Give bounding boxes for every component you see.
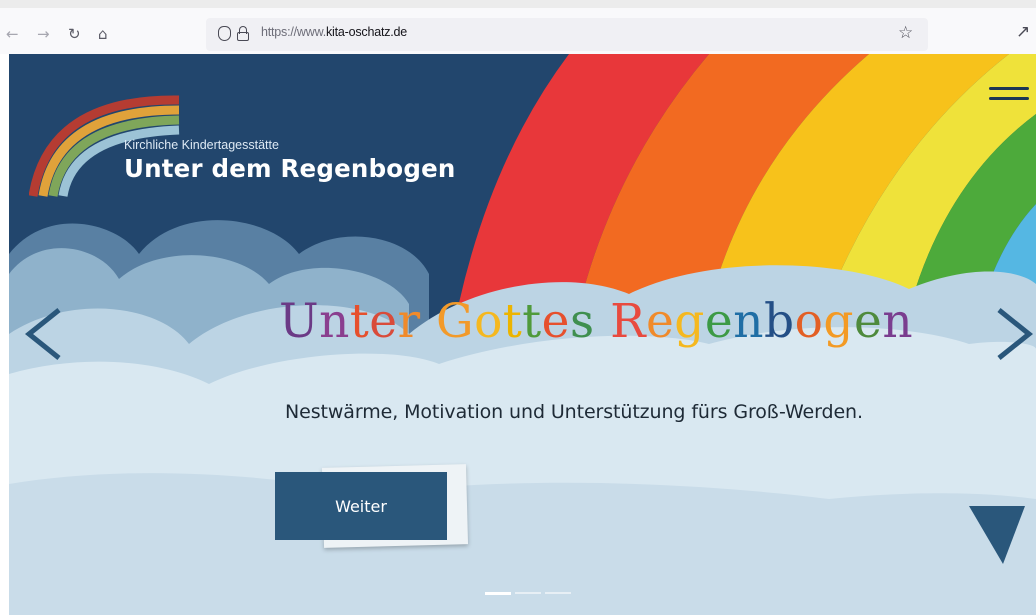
headline-letter: e xyxy=(645,294,675,349)
headline-letter: e xyxy=(853,294,883,349)
headline-letter: t xyxy=(522,294,542,349)
headline-letter: U xyxy=(279,294,320,349)
logo-subtitle: Kirchliche Kindertagesstätte xyxy=(124,138,279,152)
headline-letter: n xyxy=(319,294,350,349)
star-icon[interactable]: ☆ xyxy=(898,24,913,42)
headline-letter: g xyxy=(674,294,705,349)
reload-icon[interactable]: ↻ xyxy=(68,25,81,43)
headline-letter: o xyxy=(474,294,503,349)
headline-letter xyxy=(421,294,436,349)
cta-area: Weiter xyxy=(275,464,475,550)
headline-letter: t xyxy=(502,294,523,349)
slider-pagination xyxy=(485,592,575,596)
url-prefix: https://www. xyxy=(261,25,326,39)
weiter-button[interactable]: Weiter xyxy=(275,472,447,540)
url-domain: kita-oschatz.de xyxy=(325,25,408,39)
slider-dot[interactable] xyxy=(515,592,541,594)
address-bar[interactable]: https://www.kita-oschatz.de xyxy=(206,18,928,51)
slider-dot[interactable] xyxy=(485,592,511,595)
slider-next-arrow-icon[interactable] xyxy=(979,304,1036,364)
url-text[interactable]: https://www.kita-oschatz.de xyxy=(261,25,407,39)
website-viewport: Kirchliche Kindertagesstätte Unter dem R… xyxy=(9,54,1036,615)
lock-icon[interactable] xyxy=(237,26,249,42)
browser-toolbar: ← → ↻ ⌂ https://www.kita-oschatz.de ☆ ↗ xyxy=(0,0,1036,54)
slider-dot[interactable] xyxy=(545,592,571,594)
headline-letter: s xyxy=(570,294,595,349)
headline-letter: e xyxy=(369,294,398,349)
back-arrow-icon[interactable]: ← xyxy=(6,25,19,43)
headline-letter: e xyxy=(704,294,734,349)
headline-letter: R xyxy=(610,294,646,349)
headline-letter: o xyxy=(794,294,824,349)
hero-tagline: Nestwärme, Motivation und Unterstützung … xyxy=(285,401,863,423)
scroll-down-triangle-icon[interactable] xyxy=(969,506,1025,566)
site-logo[interactable]: Kirchliche Kindertagesstätte Unter dem R… xyxy=(29,88,509,208)
forward-arrow-icon[interactable]: → xyxy=(37,25,50,43)
shield-icon[interactable] xyxy=(218,26,231,41)
headline-letter: n xyxy=(882,294,914,349)
slider-prev-arrow-icon[interactable] xyxy=(19,304,79,364)
hamburger-icon[interactable] xyxy=(989,87,1029,103)
headline-letter: g xyxy=(823,294,854,349)
puzzle-icon[interactable]: ↗ xyxy=(1016,23,1030,41)
headline-letter xyxy=(595,294,610,349)
home-icon[interactable]: ⌂ xyxy=(98,25,108,43)
headline-letter: e xyxy=(541,294,570,349)
window-top-strip xyxy=(0,0,1036,8)
headline-letter: G xyxy=(436,294,475,349)
headline-letter: r xyxy=(397,294,421,349)
headline-letter: b xyxy=(764,294,795,349)
hero-headline: Unter Gottes Regenbogen xyxy=(279,294,919,364)
headline-letter: n xyxy=(733,294,764,349)
logo-title: Unter dem Regenbogen xyxy=(124,154,456,183)
headline-letter: t xyxy=(349,294,370,349)
